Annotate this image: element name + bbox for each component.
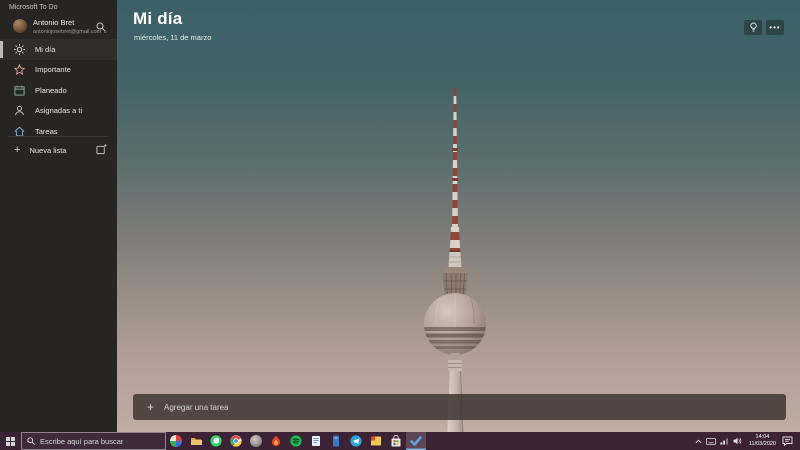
taskbar-search[interactable] xyxy=(21,432,166,450)
new-list-button[interactable]: + Nueva lista xyxy=(0,140,117,160)
sidebar-item-label: Asignadas a ti xyxy=(35,106,83,116)
add-task-bar[interactable]: + xyxy=(133,394,786,420)
star-icon xyxy=(14,64,25,76)
clock[interactable]: 14:04 11/03/2020 xyxy=(749,434,776,448)
more-options-button[interactable]: ••• xyxy=(766,20,784,35)
taskbar-app-microsoft-store-icon[interactable] xyxy=(386,432,406,450)
clock-date: 11/03/2020 xyxy=(748,441,776,447)
clock-time: 14:04 xyxy=(755,434,770,440)
taskbar-app-chrome-icon[interactable] xyxy=(226,432,246,450)
sidebar-item-mi-dia[interactable]: Mi día xyxy=(0,39,117,60)
windows-logo-icon xyxy=(6,436,15,446)
create-group-icon[interactable] xyxy=(96,144,107,155)
taskbar-app-spotify-icon[interactable] xyxy=(286,432,306,450)
calendar-icon xyxy=(14,85,25,96)
taskbar-app-whatsapp-icon[interactable] xyxy=(206,432,226,450)
desktop: Microsoft To Do Antonio Bret antoniojose… xyxy=(0,0,800,450)
taskbar-apps xyxy=(166,432,426,450)
person-icon xyxy=(14,105,25,116)
page-title: Mi día xyxy=(133,9,183,28)
sidebar-item-label: Tareas xyxy=(35,126,58,136)
system-tray: 14:04 11/03/2020 xyxy=(693,432,800,450)
avatar[interactable] xyxy=(13,19,27,33)
sidebar-item-label: Importante xyxy=(35,65,71,75)
main-content: Mi día miércoles, 11 de marzo ••• + xyxy=(117,0,800,432)
action-center-icon[interactable] xyxy=(781,435,794,447)
taskbar-app-sticky-notes-icon[interactable] xyxy=(366,432,386,450)
search-icon[interactable] xyxy=(96,22,106,32)
volume-icon[interactable] xyxy=(732,435,743,447)
taskbar-app-pinwheel-icon[interactable] xyxy=(166,432,186,450)
taskbar-app-blue-icon[interactable] xyxy=(326,432,346,450)
taskbar-app-todo-icon[interactable] xyxy=(406,432,426,450)
taskbar-app-file-explorer-icon[interactable] xyxy=(186,432,206,450)
sidebar-item-label: Mi día xyxy=(35,44,56,54)
taskbar-app-gray-icon[interactable] xyxy=(246,432,266,450)
network-icon[interactable] xyxy=(719,435,730,447)
taskbar-search-input[interactable] xyxy=(40,436,155,446)
taskbar-app-telegram-icon[interactable] xyxy=(346,432,366,450)
sidebar-item-asignadas[interactable]: Asignadas a ti xyxy=(0,101,117,122)
berlin-tv-tower-photo xyxy=(424,88,486,432)
sidebar-item-label: Planeado xyxy=(35,85,67,95)
sidebar-item-importante[interactable]: Importante xyxy=(0,60,117,81)
page-date: miércoles, 11 de marzo xyxy=(134,33,212,42)
hidden-icons-chevron[interactable] xyxy=(693,435,704,447)
plus-icon: + xyxy=(14,144,21,156)
window-title: Microsoft To Do xyxy=(9,4,58,11)
suggestions-lightbulb-button[interactable] xyxy=(744,20,762,35)
taskbar-app-flame-icon[interactable] xyxy=(266,432,286,450)
sidebar-divider xyxy=(8,136,108,137)
sun-icon xyxy=(14,43,25,55)
sidebar: Microsoft To Do Antonio Bret antoniojose… xyxy=(0,0,117,432)
taskbar-app-notes-icon[interactable] xyxy=(306,432,326,450)
user-name: Antonio Bret xyxy=(33,18,75,27)
sidebar-nav: Mi día Importante Planeado Asignadas a t… xyxy=(0,39,117,142)
taskbar: 14:04 11/03/2020 xyxy=(0,432,800,450)
keyboard-icon[interactable] xyxy=(706,435,717,447)
lightbulb-icon xyxy=(749,22,757,32)
plus-icon: + xyxy=(147,400,155,414)
sidebar-item-tareas[interactable]: Tareas xyxy=(0,121,117,142)
sidebar-item-planeado[interactable]: Planeado xyxy=(0,80,117,101)
new-list-label: Nueva lista xyxy=(29,145,67,155)
add-task-input[interactable] xyxy=(164,402,465,412)
start-button[interactable] xyxy=(0,432,21,450)
search-icon xyxy=(27,437,35,445)
